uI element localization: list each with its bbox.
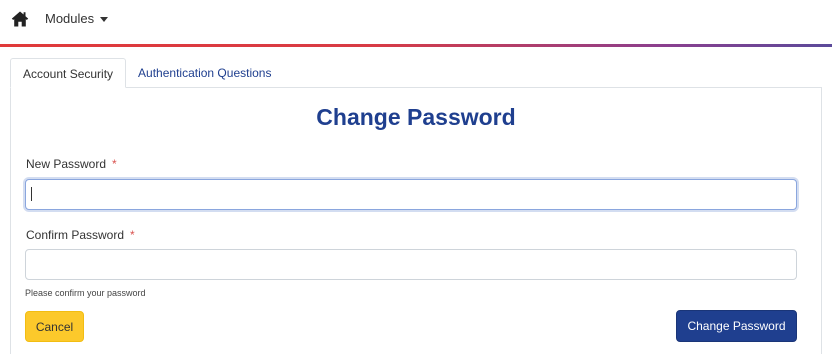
modules-label: Modules bbox=[45, 11, 95, 26]
page-title: Change Password bbox=[316, 104, 516, 130]
home-icon[interactable] bbox=[11, 10, 29, 28]
cancel-button[interactable]: Cancel bbox=[25, 311, 84, 342]
new-password-input[interactable] bbox=[25, 179, 797, 210]
confirm-password-input[interactable] bbox=[25, 249, 797, 280]
new-password-label-text: New Password bbox=[26, 157, 107, 171]
tab-bar: Account Security Authentication Question… bbox=[10, 58, 283, 88]
tab-authentication-questions[interactable]: Authentication Questions bbox=[126, 58, 283, 88]
text-cursor bbox=[31, 187, 32, 201]
confirm-password-help-text: Please confirm your password bbox=[25, 288, 146, 298]
confirm-password-label: Confirm Password * bbox=[26, 228, 135, 242]
required-marker: * bbox=[130, 228, 135, 242]
header-accent-line bbox=[0, 44, 832, 47]
caret-down-icon bbox=[100, 16, 109, 22]
change-password-button[interactable]: Change Password bbox=[676, 310, 797, 342]
confirm-password-label-text: Confirm Password bbox=[26, 228, 125, 242]
tab-account-security[interactable]: Account Security bbox=[10, 58, 127, 88]
top-navbar: Modules bbox=[0, 0, 832, 44]
modules-dropdown[interactable]: Modules bbox=[45, 11, 109, 26]
new-password-label: New Password * bbox=[26, 157, 117, 171]
required-marker: * bbox=[112, 157, 117, 171]
